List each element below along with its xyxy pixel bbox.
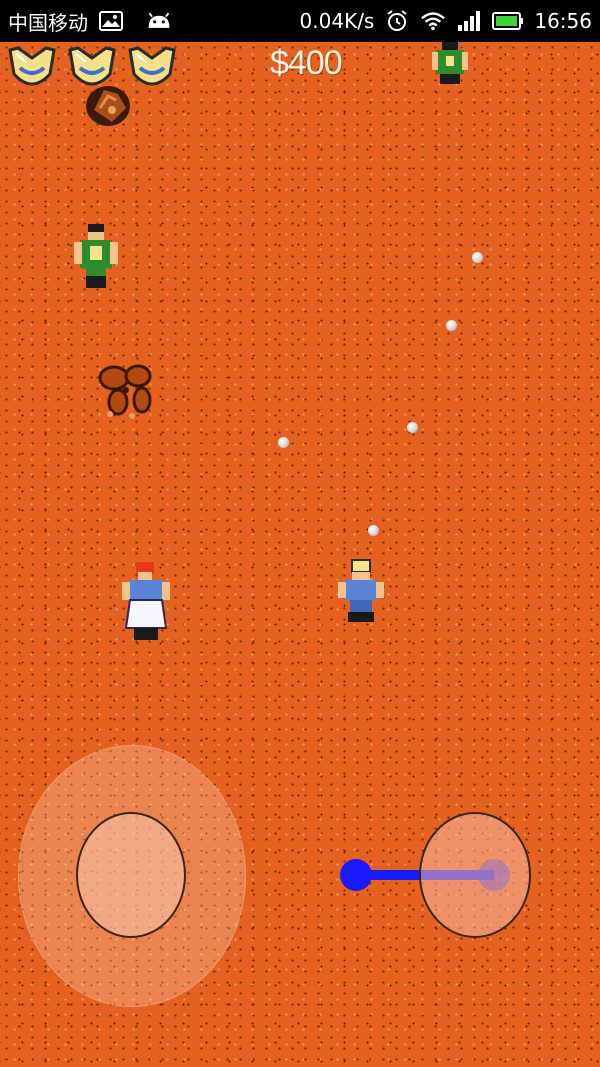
image-icon [98,10,124,32]
money-counter: $400 [270,44,343,82]
bush [96,362,160,426]
status-bar: 中国移动 0.04K/s 16:56 [0,0,600,42]
android-icon [146,10,172,32]
bullet [278,437,289,448]
carrier-label: 中国移动 [8,10,88,35]
bullet [407,422,418,433]
alarm-icon [384,10,410,32]
signal-icon [456,10,482,32]
clock: 16:56 [534,9,592,33]
network-speed: 0.04K/s [299,9,375,33]
enemy-green [72,224,120,294]
bullet [472,252,483,263]
fire-button[interactable] [419,812,531,938]
ally-white [120,560,172,646]
lives-icon [6,44,58,94]
enemy-green [428,42,472,90]
rocks [82,80,136,134]
bullet [368,525,379,536]
bullet [446,320,457,331]
joystick-knob[interactable] [76,812,186,938]
battery-icon [492,10,524,32]
wifi-icon [420,10,446,32]
player-blue [338,558,384,630]
game-screen: 中国移动 0.04K/s 16:56 $400 [0,0,600,1067]
